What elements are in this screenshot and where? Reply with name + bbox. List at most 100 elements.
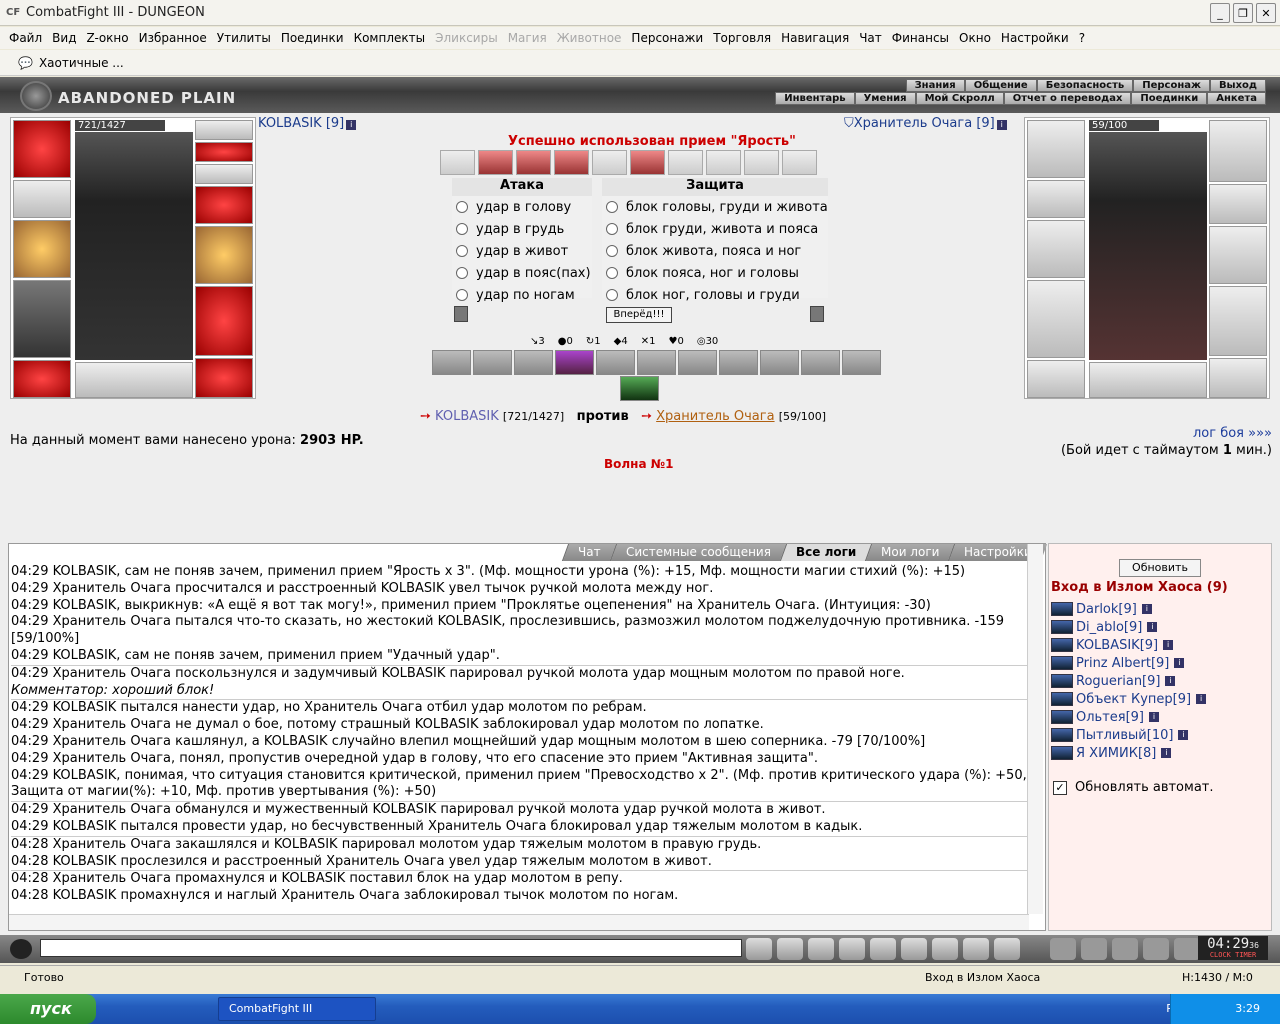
defense-option[interactable]: блок ног, головы и груди	[602, 284, 828, 306]
left-shield-icon[interactable]	[454, 306, 468, 322]
log-tab[interactable]: Чат	[561, 544, 616, 561]
pocket-slots[interactable]	[75, 362, 193, 398]
log-tab[interactable]: Мои логи	[864, 544, 955, 561]
radio-button[interactable]	[606, 245, 618, 257]
menu-item[interactable]: Торговля	[708, 31, 776, 45]
enemy-avatar[interactable]	[1089, 132, 1207, 360]
nav-link[interactable]: Умения	[854, 92, 916, 105]
enemy-helmet-slot[interactable]	[1027, 120, 1085, 178]
log-tab[interactable]: Системные сообщения	[609, 544, 786, 561]
clear-icon[interactable]	[777, 938, 803, 960]
go-button[interactable]: Вперёд!!!	[606, 307, 672, 323]
weapon-slot[interactable]	[13, 220, 71, 278]
skill-slot[interactable]	[555, 350, 594, 375]
enemy-pocket-slots[interactable]	[1089, 362, 1207, 398]
trade-icon[interactable]	[901, 938, 927, 960]
skill-slot[interactable]	[514, 350, 553, 375]
radio-button[interactable]	[606, 201, 618, 213]
radio-button[interactable]	[456, 201, 468, 213]
battle-log-link[interactable]: лог боя »»»	[1193, 426, 1272, 441]
radio-button[interactable]	[456, 267, 468, 279]
bracers-slot[interactable]	[13, 180, 71, 218]
user-row[interactable]: Di_ablo[9] i	[1051, 618, 1206, 636]
emoji-icon[interactable]	[963, 938, 989, 960]
enemy-jewelry-slots[interactable]	[1209, 120, 1267, 182]
hero-icon[interactable]	[1112, 938, 1138, 960]
menu-item[interactable]: Избранное	[134, 31, 212, 45]
enemy-gloves-slot[interactable]	[1209, 184, 1267, 224]
refresh-button[interactable]: Обновить	[1119, 559, 1201, 577]
horizontal-scrollbar[interactable]	[9, 914, 1029, 930]
radio-button[interactable]	[606, 223, 618, 235]
potion-icon[interactable]	[1050, 938, 1076, 960]
nav-link[interactable]: Отчет о переводах	[1003, 92, 1132, 105]
user-name[interactable]: Объект Купер[9]	[1076, 692, 1191, 707]
nav-link[interactable]: Персонаж	[1133, 79, 1210, 92]
menu-item[interactable]: Финансы	[887, 31, 954, 45]
exit-icon[interactable]	[1174, 938, 1200, 960]
radio-button[interactable]	[456, 223, 468, 235]
enemy-shield-slot[interactable]	[1209, 226, 1267, 284]
defense-option[interactable]: блок груди, живота и пояса	[602, 218, 828, 240]
skill-slot[interactable]	[596, 350, 635, 375]
skill-slot[interactable]	[620, 376, 659, 401]
info-icon[interactable]: i	[1174, 658, 1185, 668]
menu-item[interactable]: Поединки	[276, 31, 349, 45]
technique-slot[interactable]	[440, 150, 475, 175]
menu-item[interactable]: Окно	[954, 31, 996, 45]
smiley-menu-icon[interactable]	[10, 939, 32, 959]
technique-slot[interactable]	[478, 150, 513, 175]
radio-button[interactable]	[456, 289, 468, 301]
menu-item[interactable]: Файл	[4, 31, 47, 45]
menu-item[interactable]: Персонажи	[626, 31, 708, 45]
nav-link[interactable]: Анкета	[1207, 92, 1266, 105]
lock-icon[interactable]	[1143, 938, 1169, 960]
technique-slot[interactable]	[668, 150, 703, 175]
user-row[interactable]: Roguerian[9] i	[1051, 672, 1206, 690]
nav-link[interactable]: Мой Скролл	[915, 92, 1004, 105]
user-name[interactable]: KOLBASIK[9]	[1076, 638, 1158, 653]
info-icon[interactable]: i	[346, 120, 357, 130]
menu-item[interactable]: Комплекты	[349, 31, 431, 45]
armor-slot[interactable]	[13, 280, 71, 358]
user-name[interactable]: Darlok[9]	[1076, 602, 1137, 617]
menu-item[interactable]: Вид	[47, 31, 81, 45]
enemy-bracers-slot[interactable]	[1027, 180, 1085, 218]
filter-icon[interactable]	[808, 938, 834, 960]
attack-option[interactable]: удар в живот	[452, 240, 592, 262]
nav-link[interactable]: Знания	[905, 79, 965, 92]
menu-item[interactable]: Навигация	[776, 31, 854, 45]
user-row[interactable]: Пытливый[10] i	[1051, 726, 1206, 744]
vertical-scrollbar[interactable]	[1027, 544, 1043, 914]
defense-option[interactable]: блок живота, пояса и ног	[602, 240, 828, 262]
user-row[interactable]: Darlok[9] i	[1051, 600, 1206, 618]
defense-option[interactable]: блок головы, груди и живота	[602, 196, 828, 218]
technique-slot[interactable]	[554, 150, 589, 175]
skill-slot[interactable]	[637, 350, 676, 375]
user-name[interactable]: Di_ablo[9]	[1076, 620, 1142, 635]
nav-link[interactable]: Поединки	[1131, 92, 1208, 105]
start-button[interactable]: пуск	[0, 994, 96, 1024]
info-icon[interactable]: i	[1147, 622, 1158, 632]
earring-slot[interactable]	[195, 120, 253, 140]
skill-slot[interactable]	[473, 350, 512, 375]
attack-option[interactable]: удар в грудь	[452, 218, 592, 240]
radio-button[interactable]	[606, 267, 618, 279]
taskbar-app[interactable]: CombatFight III	[218, 997, 376, 1021]
info-icon[interactable]: i	[1178, 730, 1189, 740]
user-name[interactable]: Пытливый[10]	[1076, 728, 1173, 743]
user-name[interactable]: Я ХИМИК[8]	[1076, 746, 1156, 761]
vs-enemy[interactable]: Хранитель Очага	[656, 409, 774, 424]
enemy-name[interactable]: ⛉Хранитель Очага [9] i	[844, 116, 1007, 131]
fight-icon[interactable]	[870, 938, 896, 960]
user-row[interactable]: KOLBASIK[9] i	[1051, 636, 1206, 654]
technique-slot[interactable]	[516, 150, 551, 175]
helmet-slot[interactable]	[13, 120, 71, 178]
sound-icon[interactable]	[994, 938, 1020, 960]
send-icon[interactable]	[746, 938, 772, 960]
user-name[interactable]: Roguerian[9]	[1076, 674, 1160, 689]
technique-slot[interactable]	[630, 150, 665, 175]
chaos-button[interactable]: Хаотичные ...	[39, 56, 124, 70]
skill-slot[interactable]	[678, 350, 717, 375]
nav-link[interactable]: Инвентарь	[775, 92, 855, 105]
